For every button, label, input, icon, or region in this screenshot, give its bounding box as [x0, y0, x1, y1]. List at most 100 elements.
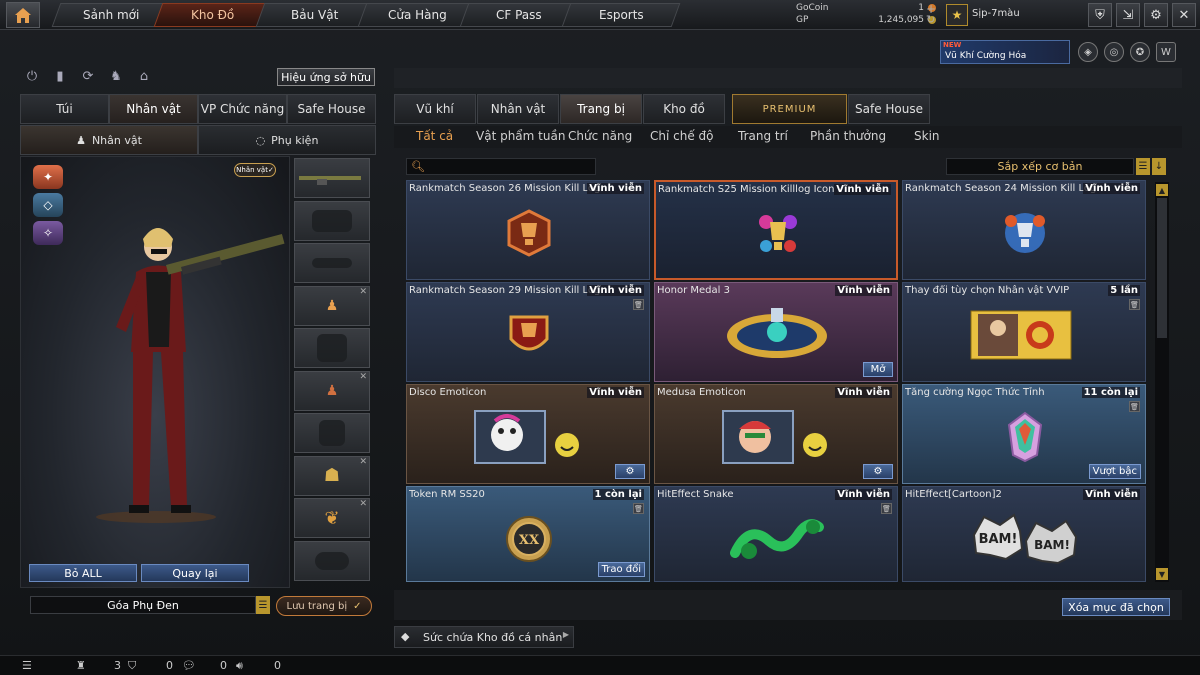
tab-character[interactable]: Nhân vật	[109, 94, 198, 124]
filter-skin[interactable]: Skin	[914, 129, 940, 143]
filter-reward[interactable]: Phần thưởng	[810, 129, 886, 143]
slot-accessory[interactable]: ✕ ♟	[294, 370, 370, 411]
search-input[interactable]: 🔍︎	[406, 158, 596, 175]
item-card[interactable]: Rankmatch Season 24 Mission Kill Log Vĩn…	[902, 180, 1146, 280]
filter-weekly[interactable]: Vật phẩm tuần	[476, 129, 565, 143]
character-preview[interactable]: ✦ ◇ ✧ Nhân vật✓ Bỏ ALL Quay lại	[20, 156, 290, 588]
clan-icon[interactable]: ⛉	[128, 659, 136, 673]
close-icon[interactable]: ✕	[359, 457, 367, 467]
nav-tab-treasure[interactable]: Bảu Vật	[255, 3, 375, 27]
ascend-button[interactable]: Vượt bậc	[1088, 464, 1141, 479]
close-icon[interactable]: ✕	[359, 287, 367, 297]
item-card-selected[interactable]: Rankmatch S25 Mission Killlog Icon Vĩnh …	[654, 180, 898, 280]
trash-icon[interactable]: 🗑︎	[1129, 401, 1140, 412]
stats-icon[interactable]: ▮	[50, 66, 70, 86]
item-card[interactable]: HitEffect[Cartoon]2 Vĩnh viễn BAM! BAM!	[902, 486, 1146, 582]
tab-characters[interactable]: Nhân vật	[477, 94, 559, 124]
item-card[interactable]: Honor Medal 3 Vĩnh viễn Mở	[654, 282, 898, 382]
item-grid-scrollbar[interactable]: ▲ ▼	[1155, 182, 1169, 582]
event-icon[interactable]: W	[1156, 42, 1176, 62]
nav-tab-esports[interactable]: Esports	[561, 3, 681, 27]
open-button[interactable]: Mở	[863, 362, 893, 377]
filter-decoration[interactable]: Trang trí	[738, 129, 788, 143]
storage-capacity-button[interactable]: ◆ Sức chứa Kho đồ cá nhân ▶	[394, 626, 574, 648]
sound-icon[interactable]: 🔊︎	[236, 659, 243, 673]
toggle-off-icon[interactable]: ⏻	[22, 66, 42, 86]
slot-body[interactable]	[294, 413, 370, 453]
slot-face[interactable]	[294, 243, 370, 283]
trash-icon[interactable]: 🗑︎	[633, 503, 644, 514]
owned-effects-button[interactable]: Hiệu ứng sở hữu	[277, 68, 375, 86]
settings-icon[interactable]: ⚙	[615, 464, 645, 479]
tab-storage[interactable]: Kho đồ	[643, 94, 725, 124]
promo-banner[interactable]: NEW Vũ Khí Cường Hóa	[940, 40, 1070, 64]
slot-head[interactable]	[294, 200, 370, 241]
home-button[interactable]	[6, 2, 40, 28]
close-icon[interactable]: ✕	[359, 499, 367, 509]
tab-safe-house[interactable]: Safe House	[287, 94, 376, 124]
settings-icon[interactable]: ⚙	[1144, 3, 1168, 27]
scroll-up-icon[interactable]: ▲	[1156, 184, 1168, 196]
trash-icon[interactable]: 🗑︎	[633, 299, 644, 310]
item-card[interactable]: Token RM SS20 1 còn lại 🗑︎ XX Trao đổi	[406, 486, 650, 582]
list-icon[interactable]: ☰	[22, 659, 32, 672]
slot-effect[interactable]	[294, 540, 370, 581]
filter-all[interactable]: Tất cả	[416, 129, 453, 143]
item-card[interactable]: Rankmatch Season 29 Mission Kill Log Vĩn…	[406, 282, 650, 382]
nav-tab-lobby[interactable]: Sảnh mới	[51, 3, 171, 27]
event-icon[interactable]: ◈	[1078, 42, 1098, 62]
subtab-character[interactable]: ♟ Nhân vật	[20, 125, 198, 155]
subtab-accessory[interactable]: ◌ Phụ kiện	[198, 125, 376, 155]
mouse-icon[interactable]: ⌂	[134, 66, 154, 86]
nav-tab-cf-pass[interactable]: CF Pass	[459, 3, 579, 27]
trash-icon[interactable]: 🗑︎	[881, 503, 892, 514]
chat-icon[interactable]: 💬︎	[182, 659, 196, 672]
event-icon[interactable]: ✪	[1130, 42, 1150, 62]
tab-premium[interactable]: PREMIUM	[732, 94, 847, 124]
scrollbar-thumb[interactable]	[1157, 198, 1167, 338]
menu-icon[interactable]: ☰	[1136, 158, 1150, 175]
settings-icon[interactable]: ⚙	[863, 464, 893, 479]
remove-all-button[interactable]: Bỏ ALL	[29, 564, 137, 582]
item-card[interactable]: Thay đổi tùy chọn Nhân vật VVIP 5 lần 🗑︎	[902, 282, 1146, 382]
exchange-button[interactable]: Trao đổi	[597, 562, 645, 577]
slot-accessory[interactable]: ✕ ❦	[294, 498, 370, 538]
menu-icon[interactable]: ☰	[256, 596, 270, 614]
back-button[interactable]: Quay lại	[141, 564, 249, 582]
tab-equipment[interactable]: Trang bị	[560, 94, 642, 124]
item-card[interactable]: Rankmatch Season 26 Mission Kill Log Vĩn…	[406, 180, 650, 280]
trash-icon[interactable]: 🗑︎	[1129, 299, 1140, 310]
save-outfit-button[interactable]: Lưu trang bị ✓	[276, 596, 372, 616]
refresh-icon[interactable]: ↻	[926, 13, 935, 26]
slot-accessory[interactable]: ✕ ☗	[294, 455, 370, 496]
crystal-gem-icon	[985, 411, 1065, 463]
close-icon[interactable]: ✕	[1172, 3, 1196, 27]
clear-selected-button[interactable]: Xóa mục đã chọn	[1062, 598, 1170, 616]
scroll-down-icon[interactable]: ▼	[1156, 568, 1168, 580]
slot-back[interactable]	[294, 328, 370, 368]
item-card[interactable]: Tăng cường Ngọc Thức Tỉnh 11 còn lại 🗑︎ …	[902, 384, 1146, 484]
status-item[interactable]: ♜	[76, 659, 86, 672]
filter-function[interactable]: Chức năng	[568, 129, 632, 143]
filter-mode-only[interactable]: Chỉ chế độ	[650, 129, 714, 143]
shield-icon[interactable]: ⛨	[1088, 3, 1112, 27]
item-card[interactable]: HitEffect Snake Vĩnh viễn 🗑︎	[654, 486, 898, 582]
event-icon[interactable]: ◎	[1104, 42, 1124, 62]
slot-accessory[interactable]: ✕ ♟	[294, 285, 370, 326]
outfit-name[interactable]: Góa Phụ Đen	[30, 596, 256, 614]
close-icon[interactable]: ✕	[359, 372, 367, 382]
item-card[interactable]: Medusa Emoticon Vĩnh viễn ⚙	[654, 384, 898, 484]
rotate-icon[interactable]: ⟳	[78, 66, 98, 86]
sort-direction-icon[interactable]: ↓	[1152, 158, 1166, 175]
tab-weapons[interactable]: Vũ khí	[394, 94, 476, 124]
tab-safe-house[interactable]: Safe House	[848, 94, 930, 124]
pose-icon[interactable]: ♞	[106, 66, 126, 86]
item-card[interactable]: Disco Emoticon Vĩnh viễn ⚙	[406, 384, 650, 484]
logout-icon[interactable]: ⇲	[1116, 3, 1140, 27]
nav-tab-shop[interactable]: Cửa Hàng	[357, 3, 477, 27]
nav-tab-inventory[interactable]: Kho Đồ	[153, 3, 273, 27]
slot-weapon[interactable]	[294, 158, 370, 198]
tab-bag[interactable]: Túi	[20, 94, 109, 124]
sort-dropdown[interactable]: Sắp xếp cơ bản	[946, 158, 1134, 175]
tab-vp-function[interactable]: VP Chức năng	[198, 94, 287, 124]
